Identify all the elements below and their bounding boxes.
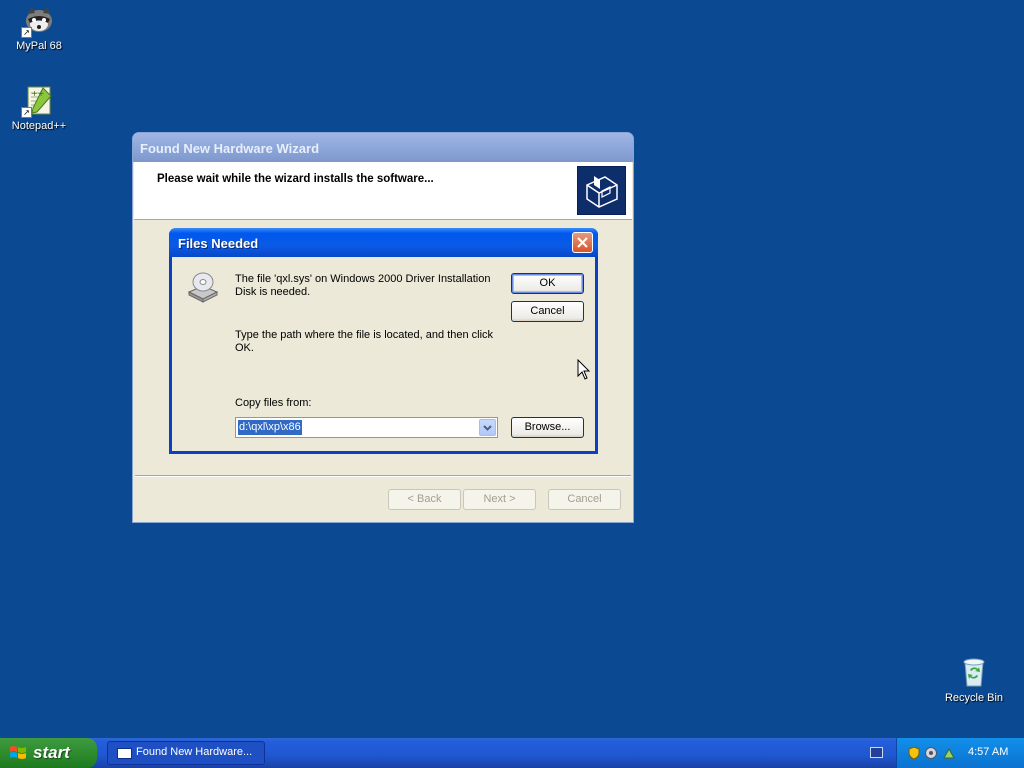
window-icon — [117, 748, 132, 759]
clock[interactable]: 4:57 AM — [968, 746, 1008, 758]
shortcut-arrow-icon: ↗ — [21, 27, 32, 38]
desktop-icon-notepad-plus-plus[interactable]: ++ ↗ Notepad++ — [0, 84, 78, 132]
network-icon[interactable] — [942, 746, 956, 760]
desktop-icon-label: Notepad++ — [11, 120, 67, 132]
start-label: start — [33, 743, 70, 762]
disk-drive-icon — [186, 270, 220, 304]
desktop-icon-label: Recycle Bin — [944, 692, 1004, 704]
copy-files-from-label: Copy files from: — [235, 397, 312, 409]
keyboard-icon[interactable] — [870, 747, 883, 758]
desktop-icon-mypal[interactable]: ↗ MyPal 68 — [0, 4, 78, 52]
wizard-separator — [135, 475, 631, 477]
mypal-raccoon-icon: ↗ — [21, 4, 55, 38]
wizard-title[interactable]: Found New Hardware Wizard — [133, 133, 633, 162]
desktop: { "desktop": { "icons": [ {"label": "MyP… — [0, 0, 1024, 768]
wizard-cancel-button[interactable]: Cancel — [548, 489, 621, 510]
taskbar-item-found-new-hardware[interactable]: Found New Hardware... — [107, 741, 265, 765]
security-shield-icon[interactable] — [907, 746, 921, 760]
taskbar-item-label: Found New Hardware... — [136, 746, 253, 758]
browse-button[interactable]: Browse... — [511, 417, 584, 438]
desktop-icon-label: MyPal 68 — [16, 40, 62, 52]
desktop-icon-recycle-bin[interactable]: Recycle Bin — [935, 656, 1013, 704]
dialog-title-text: Files Needed — [178, 236, 259, 251]
path-instructions: Type the path where the file is located,… — [235, 329, 494, 354]
file-needed-message: The file 'qxl.sys' on Windows 2000 Drive… — [235, 273, 491, 298]
copy-files-from-value[interactable]: d:\qxl\xp\x86 — [238, 420, 302, 435]
dialog-cancel-button[interactable]: Cancel — [511, 301, 584, 322]
next-button[interactable]: Next > — [463, 489, 536, 510]
notepad-plus-plus-icon: ++ ↗ — [21, 84, 55, 118]
svg-text:++: ++ — [31, 89, 44, 98]
files-needed-title[interactable]: Files Needed — [169, 228, 598, 257]
start-button[interactable]: start — [0, 738, 97, 768]
windows-flag-icon — [9, 744, 27, 761]
system-tray: 4:57 AM — [896, 738, 1024, 768]
mouse-cursor-icon — [577, 358, 591, 381]
shortcut-arrow-icon: ↗ — [21, 107, 32, 118]
wizard-header: Please wait while the wizard installs th… — [134, 162, 632, 220]
files-needed-dialog: Files Needed The file 'qxl.sys' on Windo… — [169, 228, 598, 454]
back-button[interactable]: < Back — [388, 489, 461, 510]
hardware-wizard-icon — [577, 166, 626, 215]
ok-button[interactable]: OK — [511, 273, 584, 294]
close-icon[interactable] — [572, 232, 593, 253]
copy-files-from-combobox[interactable]: d:\qxl\xp\x86 — [235, 417, 498, 438]
taskbar: start Found New Hardware... 4:57 AM — [0, 738, 1024, 768]
chevron-down-icon[interactable] — [479, 419, 496, 436]
volume-icon[interactable] — [924, 746, 938, 760]
wizard-header-text: Please wait while the wizard installs th… — [157, 173, 434, 185]
recycle-bin-icon — [958, 656, 990, 688]
